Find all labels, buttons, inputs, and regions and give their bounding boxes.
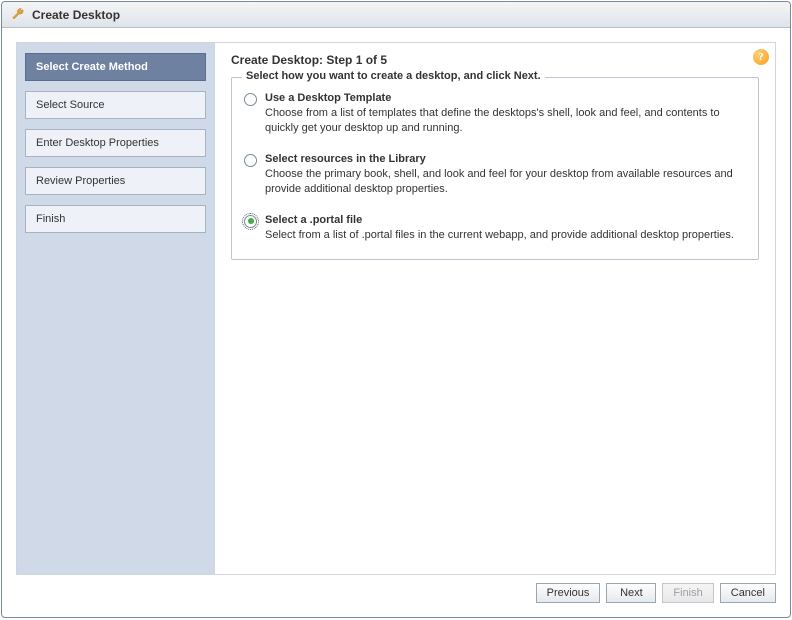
radio-desktop-template[interactable]	[244, 93, 257, 106]
titlebar: Create Desktop	[2, 2, 790, 28]
option-desktop-template[interactable]: Use a Desktop Template Choose from a lis…	[244, 92, 746, 137]
step-label: Select Create Method	[36, 61, 148, 73]
options-fieldset: Select how you want to create a desktop,…	[231, 77, 759, 260]
option-desc: Choose from a list of templates that def…	[265, 106, 746, 137]
option-body: Select resources in the Library Choose t…	[265, 153, 746, 198]
option-title: Select a .portal file	[265, 214, 746, 226]
step-select-source[interactable]: Select Source	[25, 91, 206, 119]
option-desc: Select from a list of .portal files in t…	[265, 228, 746, 243]
option-desc: Choose the primary book, shell, and look…	[265, 167, 746, 198]
option-portal-file[interactable]: Select a .portal file Select from a list…	[244, 214, 746, 243]
option-title: Use a Desktop Template	[265, 92, 746, 104]
step-label: Review Properties	[36, 175, 125, 187]
step-finish[interactable]: Finish	[25, 205, 206, 233]
dialog-window: Create Desktop Select Create Method Sele…	[1, 1, 791, 618]
help-icon[interactable]: ?	[753, 49, 769, 65]
window-title: Create Desktop	[32, 8, 120, 22]
step-select-create-method[interactable]: Select Create Method	[25, 53, 206, 81]
cancel-button[interactable]: Cancel	[720, 583, 776, 603]
option-library-resources[interactable]: Select resources in the Library Choose t…	[244, 153, 746, 198]
step-label: Enter Desktop Properties	[36, 137, 159, 149]
step-enter-desktop-properties[interactable]: Enter Desktop Properties	[25, 129, 206, 157]
radio-portal-file[interactable]	[244, 215, 257, 228]
wizard-content: ? Create Desktop: Step 1 of 5 Select how…	[215, 43, 775, 574]
option-body: Select a .portal file Select from a list…	[265, 214, 746, 243]
finish-button[interactable]: Finish	[662, 583, 713, 603]
next-button[interactable]: Next	[606, 583, 656, 603]
dialog-body: Select Create Method Select Source Enter…	[2, 28, 790, 617]
radio-library-resources[interactable]	[244, 154, 257, 167]
step-label: Finish	[36, 213, 65, 225]
page-title: Create Desktop: Step 1 of 5	[231, 53, 759, 67]
step-label: Select Source	[36, 99, 104, 111]
step-review-properties[interactable]: Review Properties	[25, 167, 206, 195]
button-bar: Previous Next Finish Cancel	[16, 575, 776, 603]
fieldset-legend: Select how you want to create a desktop,…	[242, 70, 545, 82]
option-title: Select resources in the Library	[265, 153, 746, 165]
previous-button[interactable]: Previous	[536, 583, 601, 603]
main-area: Select Create Method Select Source Enter…	[16, 42, 776, 575]
wrench-icon	[10, 7, 26, 23]
wizard-sidebar: Select Create Method Select Source Enter…	[17, 43, 215, 574]
option-body: Use a Desktop Template Choose from a lis…	[265, 92, 746, 137]
